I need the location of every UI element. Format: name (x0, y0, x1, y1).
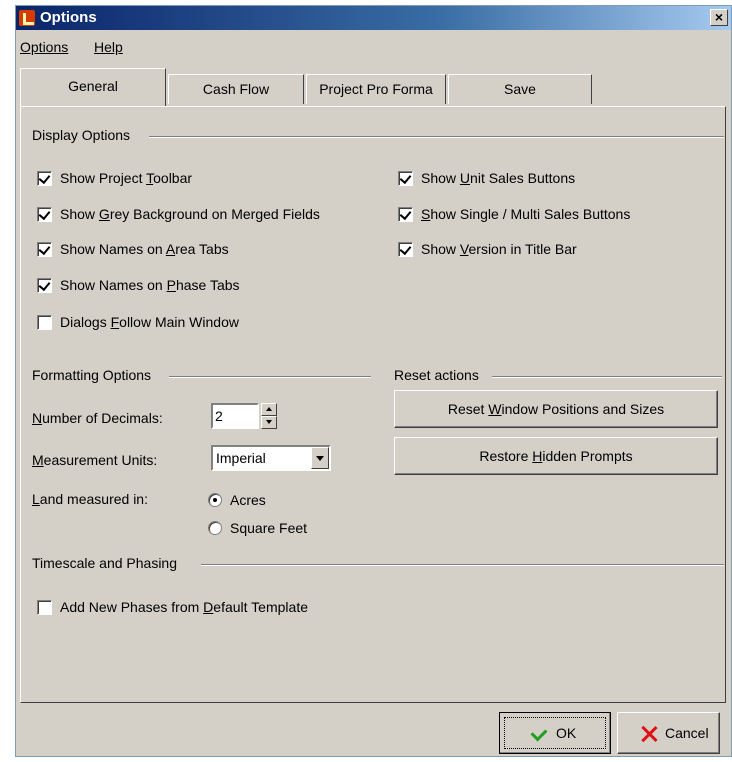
checkbox-label: Add New Phases from Default Template (60, 599, 308, 615)
decimals-stepper (261, 403, 277, 429)
radio-label: Square Feet (230, 520, 308, 536)
show-names-area-tabs-checkbox[interactable]: Show Names on Area Tabs (37, 240, 229, 258)
window-title: Options (40, 9, 97, 26)
tab-cash-flow[interactable]: Cash Flow (168, 74, 304, 104)
radio-label: Acres (230, 492, 266, 508)
add-new-phases-checkbox[interactable]: Add New Phases from Default Template (37, 598, 308, 616)
title-bar[interactable]: Options × (16, 6, 731, 30)
checkbox-box (398, 206, 413, 222)
checkbox-box (398, 170, 413, 186)
timescale-heading: Timescale and Phasing (32, 555, 180, 571)
show-project-toolbar-checkbox[interactable]: Show Project Toolbar (37, 169, 192, 187)
checkbox-label: Show Single / Multi Sales Buttons (421, 206, 631, 222)
decimals-input[interactable]: 2 (211, 403, 259, 429)
show-unit-sales-buttons-checkbox[interactable]: Show Unit Sales Buttons (398, 169, 575, 187)
checkbox-box (37, 170, 52, 186)
general-panel: Display Options Show Project Toolbar Sho… (20, 106, 726, 703)
land-label: Land measured in: (32, 491, 148, 507)
tab-save[interactable]: Save (448, 74, 592, 104)
checkbox-label: Show Names on Area Tabs (60, 241, 229, 257)
reset-actions-divider (492, 376, 722, 378)
checkbox-box (37, 241, 52, 257)
chevron-down-icon[interactable] (311, 447, 329, 469)
radio-dot (208, 493, 222, 507)
checkbox-label: Show Names on Phase Tabs (60, 277, 240, 293)
cancel-button[interactable]: Cancel (617, 712, 720, 754)
formatting-options-heading: Formatting Options (32, 367, 154, 383)
menu-bar: Options Help (16, 30, 731, 65)
radio-dot (208, 521, 222, 535)
decimals-label: Number of Decimals: (32, 410, 163, 426)
options-dialog: Options × Options Help General Cash Flow… (15, 5, 732, 757)
formatting-options-divider (169, 376, 371, 378)
checkbox-box (37, 277, 52, 293)
dialogs-follow-main-window-checkbox[interactable]: Dialogs Follow Main Window (37, 313, 239, 331)
checkbox-label: Show Unit Sales Buttons (421, 170, 576, 186)
checkbox-box (398, 241, 413, 257)
ok-button[interactable]: OK (499, 712, 611, 754)
menu-help-label: Help (94, 39, 123, 55)
tab-general[interactable]: General (20, 68, 166, 106)
display-options-heading: Display Options (32, 127, 133, 143)
checkbox-label: Show Version in Title Bar (421, 241, 577, 257)
checkbox-label: Dialogs Follow Main Window (60, 314, 239, 330)
restore-hidden-prompts-button[interactable]: Restore Hidden Prompts (394, 437, 718, 475)
spin-up-icon[interactable] (261, 403, 277, 416)
units-label: Measurement Units: (32, 452, 158, 468)
reset-window-positions-button[interactable]: Reset Window Positions and Sizes (394, 390, 718, 428)
menu-options-label: Options (20, 39, 69, 55)
menu-options[interactable]: Options (20, 39, 68, 55)
land-acres-radio[interactable]: Acres (208, 491, 266, 509)
checkbox-box (37, 314, 52, 330)
menu-help[interactable]: Help (94, 39, 123, 55)
spin-down-icon[interactable] (261, 416, 277, 429)
checkbox-label: Show Grey Background on Merged Fields (60, 206, 320, 222)
units-select[interactable]: Imperial (211, 445, 331, 471)
tab-project-pro-forma[interactable]: Project Pro Forma (306, 74, 446, 104)
show-names-phase-tabs-checkbox[interactable]: Show Names on Phase Tabs (37, 276, 240, 294)
focus-ring (504, 717, 606, 749)
checkbox-label: Show Project Toolbar (60, 170, 193, 186)
checkbox-box (37, 206, 52, 222)
checkbox-box (37, 599, 52, 615)
units-select-value: Imperial (216, 450, 266, 466)
app-icon (19, 10, 35, 26)
tab-strip: General Cash Flow Project Pro Forma Save (16, 66, 731, 106)
land-square-feet-radio[interactable]: Square Feet (208, 519, 307, 537)
display-options-divider (149, 136, 724, 138)
show-single-multi-sales-checkbox[interactable]: Show Single / Multi Sales Buttons (398, 205, 630, 223)
reset-actions-heading: Reset actions (394, 367, 481, 383)
show-version-title-bar-checkbox[interactable]: Show Version in Title Bar (398, 240, 577, 258)
close-button[interactable]: × (710, 9, 728, 26)
ok-label: OK (556, 725, 577, 741)
show-grey-background-checkbox[interactable]: Show Grey Background on Merged Fields (37, 205, 320, 223)
cancel-label: Cancel (665, 725, 709, 741)
x-icon (640, 725, 658, 743)
timescale-divider (201, 564, 724, 566)
